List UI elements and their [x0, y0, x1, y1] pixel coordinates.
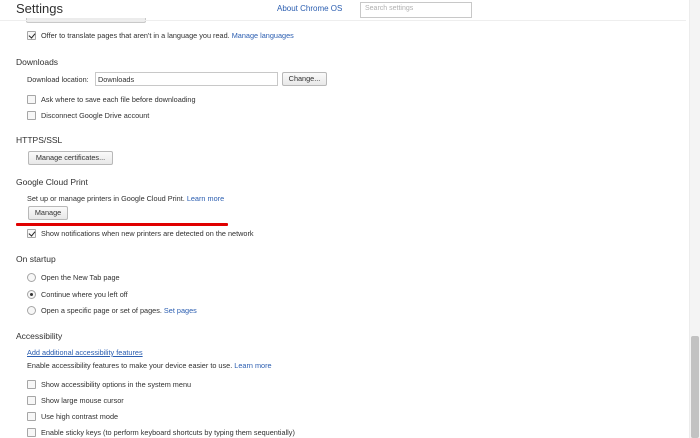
header-divider	[0, 20, 686, 21]
cloud-print-heading: Google Cloud Print	[16, 177, 88, 187]
startup-new-tab-label: Open the New Tab page	[41, 273, 120, 282]
accessibility-description: Enable accessibility features to make yo…	[27, 361, 233, 370]
disconnect-drive-checkbox[interactable]	[27, 111, 36, 120]
system-menu-options-checkbox[interactable]	[27, 380, 36, 389]
large-cursor-checkbox[interactable]	[27, 396, 36, 405]
downloads-heading: Downloads	[16, 57, 59, 67]
page-title: Settings	[16, 1, 63, 16]
add-accessibility-features-link[interactable]: Add additional accessibility features	[27, 348, 143, 357]
search-input[interactable]: Search settings	[360, 2, 472, 18]
on-startup-heading: On startup	[16, 254, 56, 264]
startup-continue-label: Continue where you left off	[41, 290, 128, 299]
startup-specific-pages-label: Open a specific page or set of pages.	[41, 306, 162, 315]
set-pages-link[interactable]: Set pages	[164, 306, 197, 315]
about-chrome-os-link[interactable]: About Chrome OS	[277, 4, 342, 13]
translate-label: Offer to translate pages that aren't in …	[41, 31, 230, 40]
large-cursor-label: Show large mouse cursor	[41, 396, 124, 405]
startup-specific-pages-radio[interactable]	[27, 306, 36, 315]
system-menu-options-label: Show accessibility options in the system…	[41, 380, 192, 389]
startup-new-tab-radio[interactable]	[27, 273, 36, 282]
high-contrast-checkbox[interactable]	[27, 412, 36, 421]
manage-languages-link[interactable]: Manage languages	[232, 31, 294, 40]
accessibility-heading: Accessibility	[16, 331, 63, 341]
startup-specific-pages-row: Open a specific page or set of pages. Se…	[41, 306, 197, 315]
high-contrast-label: Use high contrast mode	[41, 412, 119, 421]
manage-cloud-print-button[interactable]: Manage	[28, 206, 68, 220]
download-location-label: Download location:	[27, 75, 89, 84]
cloud-print-description-row: Set up or manage printers in Google Clou…	[27, 194, 224, 203]
ask-where-to-save-checkbox[interactable]	[27, 95, 36, 104]
cloud-print-learn-more-link[interactable]: Learn more	[187, 194, 224, 203]
scrollbar-thumb[interactable]	[691, 336, 699, 438]
printer-notifications-checkbox[interactable]	[27, 229, 36, 238]
translate-checkbox[interactable]	[27, 31, 36, 40]
manage-certificates-button[interactable]: Manage certificates...	[28, 151, 113, 165]
red-underline-annotation	[16, 223, 228, 226]
accessibility-learn-more-link[interactable]: Learn more	[234, 361, 271, 370]
sticky-keys-label: Enable sticky keys (to perform keyboard …	[41, 428, 295, 437]
https-ssl-heading: HTTPS/SSL	[16, 135, 63, 145]
printer-notifications-label: Show notifications when new printers are…	[41, 229, 254, 238]
cloud-print-description: Set up or manage printers in Google Clou…	[27, 194, 185, 203]
startup-continue-radio[interactable]	[27, 290, 36, 299]
sticky-keys-checkbox[interactable]	[27, 428, 36, 437]
translate-row: Offer to translate pages that aren't in …	[41, 31, 294, 40]
download-location-field[interactable]: Downloads	[95, 72, 278, 86]
accessibility-description-row: Enable accessibility features to make yo…	[27, 361, 272, 370]
disconnect-drive-label: Disconnect Google Drive account	[41, 111, 150, 120]
ask-where-to-save-label: Ask where to save each file before downl…	[41, 95, 196, 104]
change-download-location-button[interactable]: Change...	[282, 72, 327, 86]
